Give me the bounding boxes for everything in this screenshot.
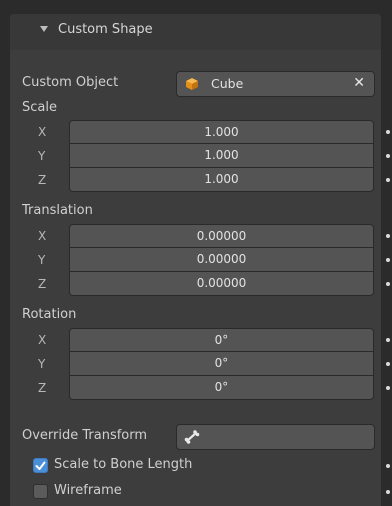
- rotation-z-axis-label: Z: [38, 381, 47, 395]
- translation-x-axis-label: X: [38, 229, 47, 243]
- scale-to-bone-length-keyframe-dot[interactable]: [386, 464, 390, 468]
- translation-y-field[interactable]: 0.00000: [69, 248, 374, 272]
- translation-y-axis-label: Y: [38, 253, 46, 267]
- translation-x-field[interactable]: 0.00000: [69, 224, 374, 248]
- scale-y-axis-label: Y: [38, 149, 46, 163]
- rotation-x-field[interactable]: 0°: [69, 328, 374, 352]
- wireframe-label: Wireframe: [54, 483, 122, 498]
- override-transform-label: Override Transform: [22, 428, 148, 443]
- rotation-y-axis-label: Y: [38, 357, 46, 371]
- translation-z-field[interactable]: 0.00000: [69, 272, 374, 296]
- rotation-x-keyframe-dot[interactable]: [386, 338, 390, 342]
- scale-x-axis-label: X: [38, 125, 47, 139]
- scale-z-axis-label: Z: [38, 173, 47, 187]
- rotation-y-field[interactable]: 0°: [69, 352, 374, 376]
- translation-y-keyframe-dot[interactable]: [386, 258, 390, 262]
- scale-y-field[interactable]: 1.000: [69, 144, 374, 168]
- rotation-z-field[interactable]: 0°: [69, 376, 374, 400]
- translation-label: Translation: [22, 203, 93, 218]
- custom-object-label: Custom Object: [22, 75, 119, 90]
- translation-x-keyframe-dot[interactable]: [386, 234, 390, 238]
- rotation-y-keyframe-dot[interactable]: [386, 362, 390, 366]
- scale-z-field[interactable]: 1.000: [69, 168, 374, 192]
- bone-icon: [184, 430, 200, 444]
- rotation-label: Rotation: [22, 307, 77, 322]
- wireframe-checkbox[interactable]: [33, 484, 48, 499]
- checkmark-icon: [35, 461, 46, 470]
- scale-z-keyframe-dot[interactable]: [386, 178, 390, 182]
- cube-icon: [186, 78, 198, 90]
- custom-object-field[interactable]: Cube ✕: [176, 71, 375, 97]
- panel-title: Custom Shape: [58, 22, 153, 37]
- scale-x-keyframe-dot[interactable]: [386, 130, 390, 134]
- translation-z-axis-label: Z: [38, 277, 47, 291]
- clear-object-button[interactable]: ✕: [353, 75, 365, 91]
- override-transform-field[interactable]: [176, 424, 375, 450]
- panel-header[interactable]: Custom Shape: [10, 14, 381, 50]
- scale-to-bone-length-label: Scale to Bone Length: [54, 457, 193, 472]
- custom-object-value: Cube: [211, 76, 244, 91]
- collapse-triangle-icon[interactable]: [40, 26, 48, 32]
- scale-y-keyframe-dot[interactable]: [386, 154, 390, 158]
- scale-to-bone-length-checkbox[interactable]: [33, 458, 48, 473]
- scale-x-field[interactable]: 1.000: [69, 120, 374, 144]
- rotation-z-keyframe-dot[interactable]: [386, 386, 390, 390]
- rotation-x-axis-label: X: [38, 333, 47, 347]
- wireframe-keyframe-dot[interactable]: [386, 490, 390, 494]
- translation-z-keyframe-dot[interactable]: [386, 282, 390, 286]
- scale-label: Scale: [22, 100, 57, 115]
- custom-shape-panel: Custom Shape Custom Object Cube ✕ Scale …: [10, 14, 390, 506]
